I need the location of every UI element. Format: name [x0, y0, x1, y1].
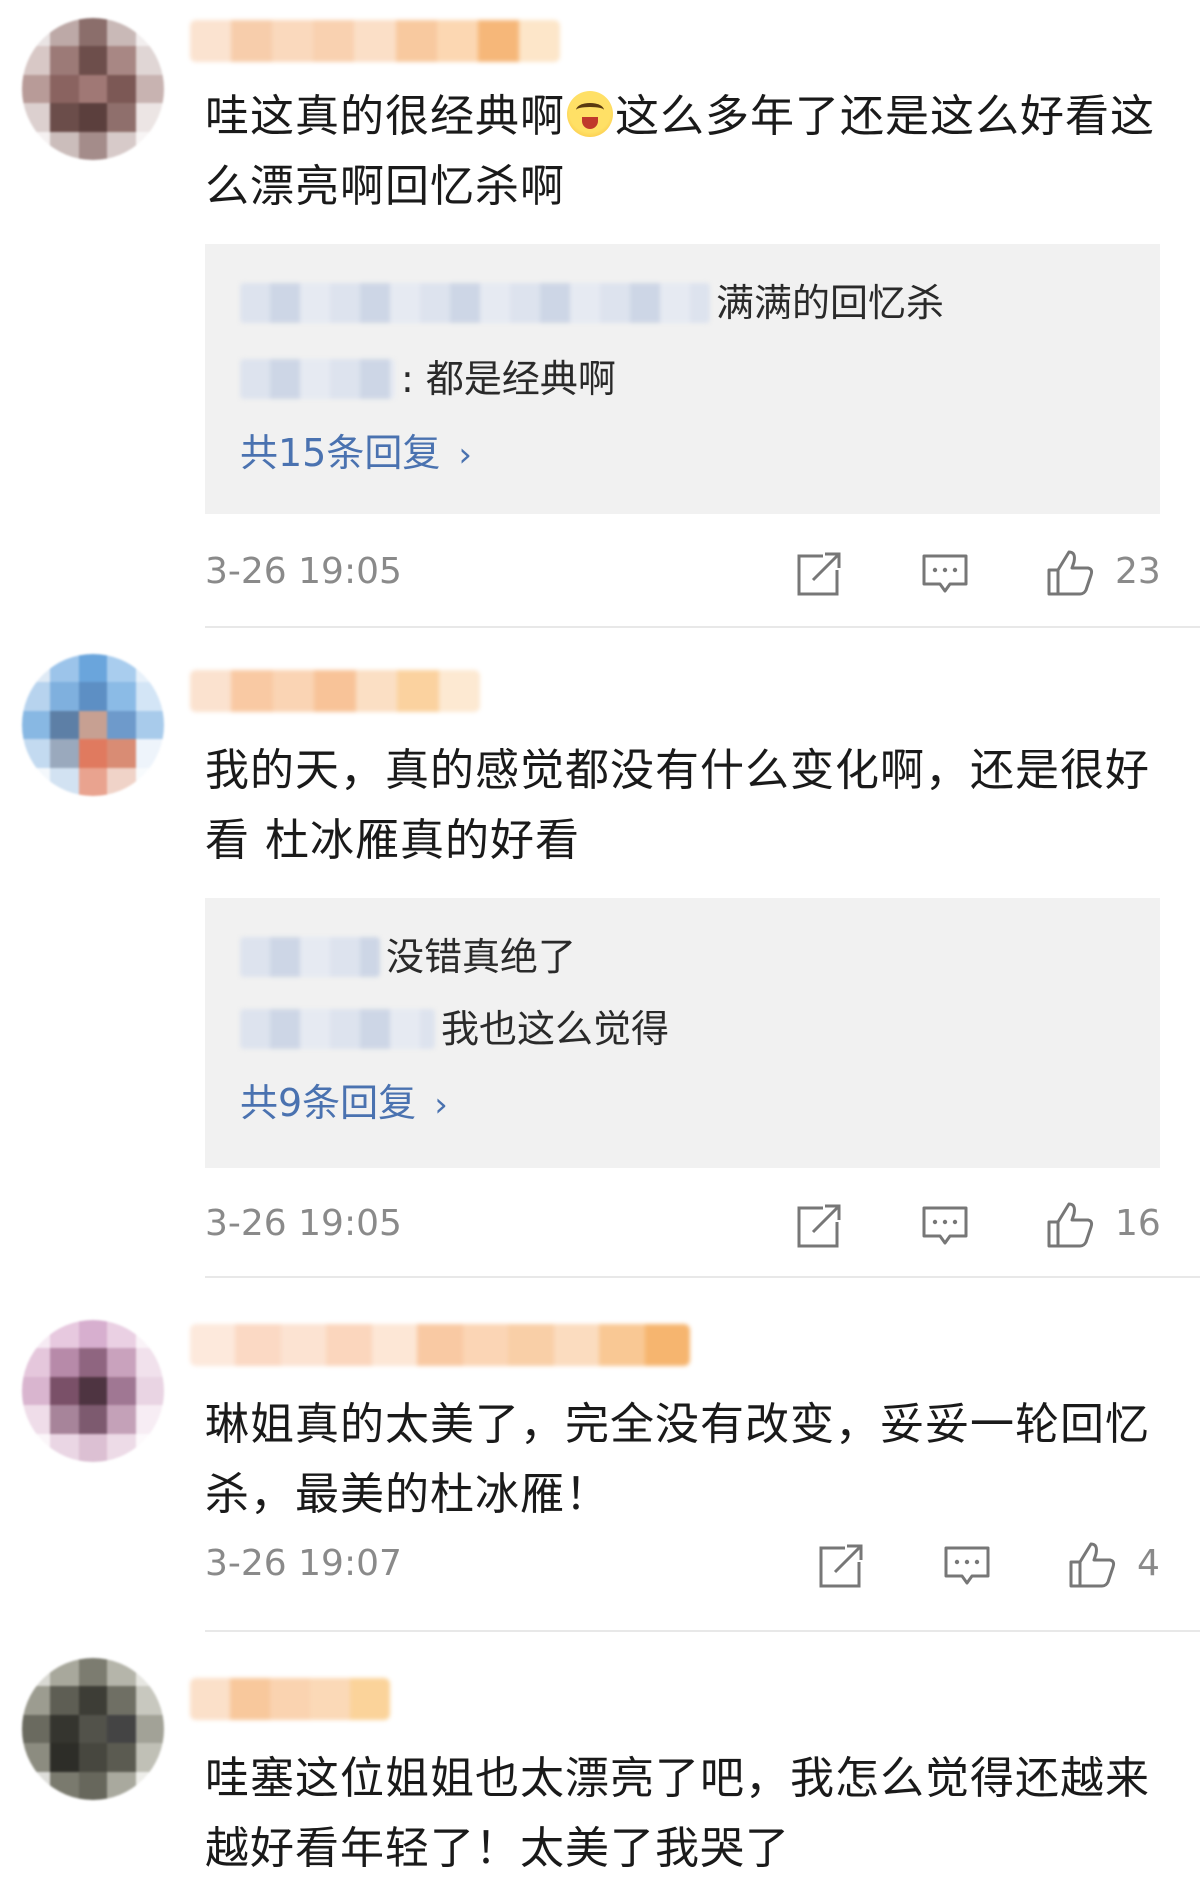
reply-2[interactable]: 我也这么觉得: [240, 1004, 669, 1054]
share-icon[interactable]: [795, 1200, 845, 1250]
avatar[interactable]: [22, 1320, 164, 1462]
thumbs-up-icon[interactable]: [1045, 1200, 1095, 1250]
comment-text: 我的天，真的感觉都没有什么变化啊，还是很好看 杜冰雁真的好看: [205, 745, 1150, 866]
reply-text: : 都是经典啊: [401, 357, 616, 401]
comment-meta: 3-26 19:07 4: [205, 1534, 1165, 1594]
chevron-right-icon: ›: [434, 1085, 448, 1125]
timestamp: 3-26 19:07: [205, 1543, 402, 1584]
avatar[interactable]: [22, 18, 164, 160]
avatar[interactable]: [22, 1658, 164, 1800]
divider: [205, 626, 1200, 628]
comment-text: 琳姐真的太美了，完全没有改变，妥妥一轮回忆杀，最美的杜冰雁！: [205, 1399, 1150, 1520]
divider: [205, 1630, 1200, 1632]
like-count: 4: [1137, 1543, 1160, 1584]
crying-laughing-emoji-icon: [567, 91, 613, 137]
comment-text: 哇塞这位姐姐也太漂亮了吧，我怎么觉得还越来越好看年轻了！太美了我哭了: [205, 1753, 1150, 1874]
comment-icon[interactable]: [920, 1200, 970, 1250]
divider: [205, 1276, 1200, 1278]
username[interactable]: [190, 670, 480, 712]
comment-icon[interactable]: [942, 1540, 992, 1590]
reply-text: 没错真绝了: [386, 935, 577, 979]
thumbs-up-icon[interactable]: [1067, 1540, 1117, 1590]
share-icon[interactable]: [795, 548, 845, 598]
username[interactable]: [190, 20, 560, 62]
reply-username[interactable]: [240, 283, 710, 323]
username[interactable]: [190, 1324, 690, 1366]
avatar[interactable]: [22, 654, 164, 796]
like-count: 23: [1115, 551, 1161, 592]
more-replies-link[interactable]: 共9条回复 ›: [240, 1078, 448, 1130]
replies-box[interactable]: 满满的回忆杀 : 都是经典啊 共15条回复 ›: [205, 244, 1160, 514]
comment-meta: 3-26 19:05 23: [205, 542, 1165, 602]
more-replies-link[interactable]: 共15条回复 ›: [240, 428, 472, 480]
username[interactable]: [190, 1678, 390, 1720]
timestamp: 3-26 19:05: [205, 1203, 402, 1244]
replies-box[interactable]: 没错真绝了 我也这么觉得 共9条回复 ›: [205, 898, 1160, 1168]
chevron-right-icon: ›: [458, 435, 472, 475]
reply-username[interactable]: [240, 359, 395, 399]
reply-text: 满满的回忆杀: [716, 281, 945, 325]
reply-username[interactable]: [240, 1009, 435, 1049]
thumbs-up-icon[interactable]: [1045, 548, 1095, 598]
comment-icon[interactable]: [920, 548, 970, 598]
reply-1[interactable]: 满满的回忆杀: [240, 278, 944, 328]
reply-1[interactable]: 没错真绝了: [240, 932, 576, 982]
reply-2[interactable]: : 都是经典啊: [240, 354, 616, 404]
comment-meta: 3-26 19:05 16: [205, 1194, 1165, 1254]
reply-username[interactable]: [240, 937, 380, 977]
timestamp: 3-26 19:05: [205, 551, 402, 592]
comment-text: 哇这真的很经典啊 这么多年了还是这么好看这么漂亮啊回忆杀啊: [205, 91, 1155, 212]
share-icon[interactable]: [817, 1540, 867, 1590]
reply-text: 我也这么觉得: [441, 1007, 670, 1051]
like-count: 16: [1115, 1203, 1161, 1244]
